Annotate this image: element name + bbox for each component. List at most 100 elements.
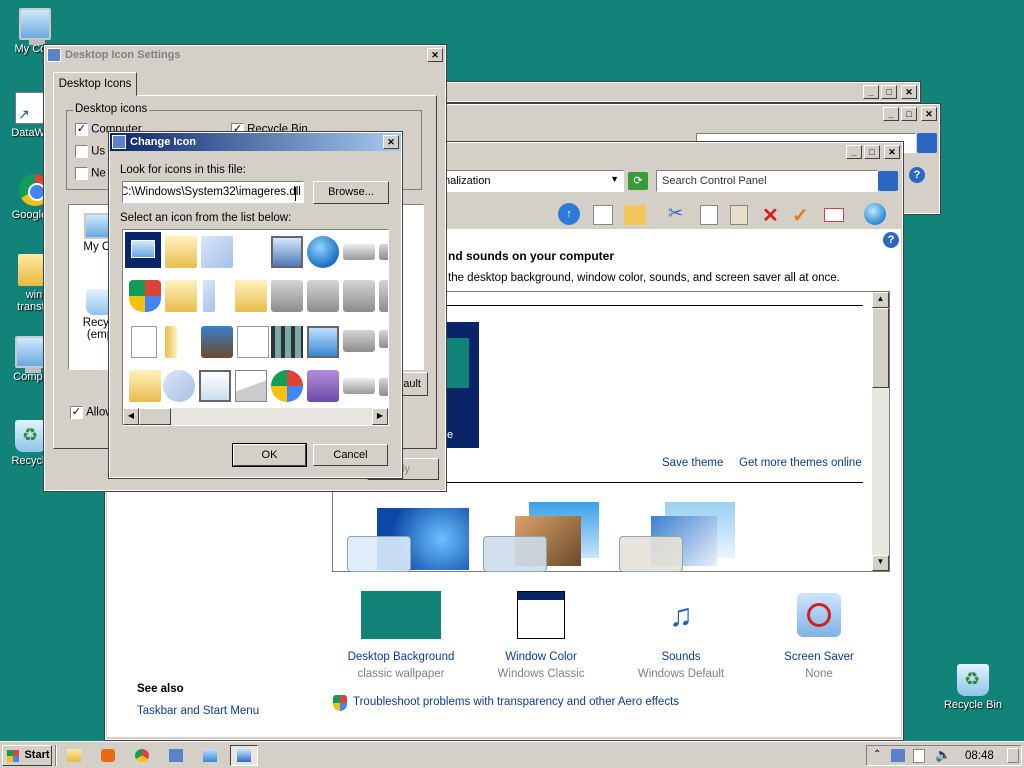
save-theme-link[interactable]: Save theme <box>662 457 723 469</box>
drive-icon[interactable] <box>343 244 375 260</box>
drive-icon[interactable] <box>379 244 388 260</box>
folder-icon[interactable] <box>165 280 197 312</box>
copy-icon[interactable] <box>700 205 718 225</box>
minimize-button[interactable]: _ <box>846 145 862 159</box>
checkbox-network[interactable]: Ne <box>75 167 106 180</box>
minimize-button[interactable]: _ <box>883 107 899 121</box>
action-center-icon[interactable] <box>913 749 925 763</box>
search-input[interactable]: Search Control Panel <box>656 170 878 192</box>
minimize-button[interactable]: _ <box>863 85 879 99</box>
chess-piece-icon[interactable] <box>201 326 233 358</box>
folder-options-icon[interactable] <box>624 205 646 225</box>
checkbox[interactable] <box>75 167 88 180</box>
allow-themes-checkbox[interactable]: ✓ Allow <box>70 406 114 419</box>
network-icon[interactable] <box>891 749 905 762</box>
maximize-button[interactable]: □ <box>901 107 917 121</box>
maximize-button[interactable]: □ <box>864 145 880 159</box>
blank-folder-icon[interactable] <box>201 236 233 268</box>
selected-icon[interactable] <box>125 232 161 268</box>
dropdown-arrow-icon[interactable]: ▼ <box>610 174 619 184</box>
aero-theme-architecture[interactable] <box>483 502 607 572</box>
background-window-1[interactable]: _ □ ✕ <box>439 81 921 103</box>
help-icon[interactable]: ? <box>909 167 925 183</box>
folder-icon[interactable] <box>165 236 197 268</box>
scroll-left-button[interactable]: ◀ <box>123 408 139 425</box>
printer-icon[interactable] <box>307 280 339 312</box>
help-icon[interactable]: ? <box>883 232 899 248</box>
checkbox[interactable]: ✓ <box>75 123 88 136</box>
checkbox-user-files[interactable]: Us <box>75 145 105 158</box>
search-folder-icon[interactable] <box>235 280 267 312</box>
panel-icon[interactable] <box>593 205 613 225</box>
refresh-icon[interactable]: ⟳ <box>628 172 648 190</box>
up-arrow-icon[interactable]: ↑ <box>558 203 580 225</box>
troubleshoot-link[interactable]: Troubleshoot problems with transparency … <box>353 696 679 708</box>
mail-icon[interactable] <box>235 370 267 402</box>
cancel-button[interactable]: Cancel <box>313 444 388 466</box>
scroll-thumb[interactable] <box>872 308 889 388</box>
browse-button[interactable]: Browse... <box>313 181 389 204</box>
properties-icon[interactable] <box>824 208 844 222</box>
drive-icon[interactable] <box>343 378 375 394</box>
cut-icon[interactable]: ✂ <box>668 203 683 224</box>
aero-theme-characters[interactable] <box>619 502 743 572</box>
folder-icon[interactable] <box>129 370 161 402</box>
ok-button[interactable]: OK <box>232 443 307 467</box>
folder-icon[interactable] <box>203 280 215 312</box>
taskbar-start-menu-link[interactable]: Taskbar and Start Menu <box>137 705 259 717</box>
window-titlebar[interactable]: _ □ ✕ <box>441 83 919 101</box>
screen-icon[interactable] <box>271 236 303 268</box>
close-button[interactable]: ✕ <box>884 145 900 159</box>
start-button[interactable]: Start <box>2 745 52 766</box>
screen-saver-item[interactable]: Screen Saver None <box>759 591 879 680</box>
close-button[interactable]: ✕ <box>427 48 443 62</box>
get-more-themes-link[interactable]: Get more themes online <box>739 457 862 469</box>
windows-logo-icon[interactable] <box>271 370 303 402</box>
chip-icon[interactable] <box>379 280 388 312</box>
delete-icon[interactable]: ✕ <box>762 203 779 228</box>
sounds-item[interactable]: ♫ Sounds Windows Default <box>621 591 741 680</box>
desktop-icon-recycle-bin[interactable]: Recycle Bin <box>938 664 1008 711</box>
show-hidden-icons-icon[interactable]: ⌃ <box>873 749 881 760</box>
quicklaunch-app[interactable] <box>162 745 190 766</box>
scroll-up-button[interactable]: ▲ <box>872 292 889 308</box>
window-icon[interactable] <box>199 370 231 402</box>
desktop-background-item[interactable]: Desktop Background classic wallpaper <box>341 591 461 680</box>
window-titlebar[interactable]: Desktop Icon Settings ✕ <box>45 46 445 64</box>
vertical-scrollbar[interactable]: ▲ ▼ <box>872 292 889 571</box>
window-color-item[interactable]: Window Color Windows Classic <box>481 591 601 680</box>
disconnected-drive-icon[interactable] <box>343 330 375 352</box>
icon-grid[interactable]: ◀ ▶ <box>122 229 389 426</box>
paste-icon[interactable] <box>730 205 748 225</box>
film-icon[interactable] <box>271 326 303 358</box>
shield-icon[interactable] <box>129 280 161 312</box>
calculator-icon[interactable] <box>271 280 303 312</box>
search-icon[interactable] <box>878 171 898 191</box>
check-icon[interactable]: ✓ <box>792 203 809 228</box>
task-button-active[interactable] <box>230 745 258 766</box>
text-document-icon[interactable] <box>237 326 269 358</box>
tab-desktop-icons[interactable]: Desktop Icons <box>53 72 137 96</box>
change-icon-dialog[interactable]: Change Icon ✕ Look for icons in this fil… <box>108 131 403 479</box>
aero-theme-windows7[interactable] <box>347 508 471 572</box>
scroll-thumb[interactable] <box>139 408 171 425</box>
clock[interactable]: 08:48 <box>965 750 994 762</box>
quicklaunch-explorer[interactable] <box>60 745 88 766</box>
checkbox[interactable] <box>75 145 88 158</box>
cd-drive-icon[interactable] <box>343 280 375 312</box>
show-desktop-button[interactable] <box>1007 748 1019 763</box>
network-icon[interactable] <box>864 203 886 225</box>
window-titlebar[interactable]: _ □ ✕ <box>441 105 939 123</box>
drive-icon[interactable] <box>379 330 388 348</box>
scroll-right-button[interactable]: ▶ <box>372 408 388 425</box>
quicklaunch-media-player[interactable] <box>94 745 122 766</box>
drive-icon[interactable] <box>379 378 388 396</box>
document-icon[interactable] <box>131 326 157 358</box>
volume-icon[interactable]: 🔈 <box>935 747 951 763</box>
checkbox[interactable]: ✓ <box>70 406 83 419</box>
search-icon[interactable] <box>163 370 195 402</box>
close-button[interactable]: ✕ <box>901 85 917 99</box>
floppy-drive-icon[interactable] <box>307 370 339 402</box>
folder-icon[interactable] <box>165 326 177 358</box>
scroll-down-button[interactable]: ▼ <box>872 555 889 571</box>
